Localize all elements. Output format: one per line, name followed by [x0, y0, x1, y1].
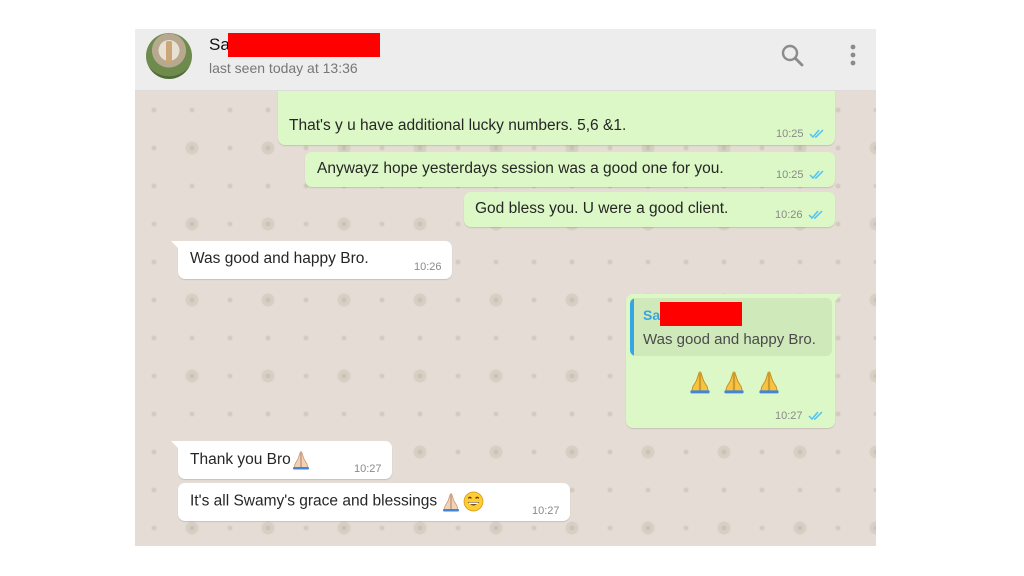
- message-time: 10:25: [776, 128, 804, 140]
- folded-hands-icon: [757, 370, 781, 394]
- message-text: Thank you Bro: [190, 451, 291, 469]
- message-bubble-incoming[interactable]: Thank you Bro 10:27: [171, 441, 392, 479]
- message-bubble-outgoing[interactable]: Anywayz hope yesterdays session was a go…: [305, 152, 835, 187]
- folded-hands-icon: [441, 492, 461, 512]
- menu-icon[interactable]: [841, 43, 865, 69]
- message-list[interactable]: That's y u have additional lucky numbers…: [135, 91, 876, 546]
- message-bubble-incoming[interactable]: Was good and happy Bro. 10:26: [171, 241, 452, 279]
- message-text: It's all Swamy's grace and blessings: [190, 492, 442, 510]
- quote-author: Sa: [643, 307, 661, 323]
- quote-accent-bar: [630, 298, 634, 356]
- read-ticks-icon: [808, 209, 826, 220]
- message-bubble-outgoing-reply[interactable]: Sa Was good and happy Bro. 10:27: [626, 294, 842, 428]
- contact-name[interactable]: Sa: [209, 35, 230, 55]
- message-bubble-outgoing[interactable]: That's y u have additional lucky numbers…: [278, 91, 835, 145]
- bubble-tail: [833, 294, 842, 303]
- message-time: 10:26: [414, 261, 442, 273]
- last-seen-status: last seen today at 13:36: [209, 60, 358, 76]
- bubble-tail: [171, 441, 180, 450]
- contact-avatar[interactable]: [146, 33, 192, 79]
- quote-text: Was good and happy Bro.: [643, 331, 816, 348]
- search-icon[interactable]: [780, 43, 806, 69]
- message-text: God bless you. U were a good client.: [475, 200, 729, 217]
- message-text: That's y u have additional lucky numbers…: [289, 117, 627, 134]
- message-bubble-outgoing[interactable]: God bless you. U were a good client. 10:…: [464, 192, 835, 227]
- folded-hands-icon: [722, 370, 746, 394]
- message-time: 10:27: [775, 410, 803, 422]
- message-time: 10:25: [776, 169, 804, 181]
- message-time: 10:27: [532, 505, 560, 517]
- avatar-image: [166, 41, 172, 63]
- redaction-box: [660, 302, 742, 326]
- folded-hands-icon: [688, 370, 712, 394]
- chat-window: Sa last seen today at 13:36 That's y u h…: [135, 29, 876, 546]
- read-ticks-icon: [808, 410, 826, 421]
- bubble-tail: [171, 241, 180, 250]
- message-text: Was good and happy Bro.: [190, 250, 369, 267]
- read-ticks-icon: [809, 128, 827, 139]
- folded-hands-icon: [291, 450, 311, 470]
- quoted-message[interactable]: Sa Was good and happy Bro.: [630, 298, 832, 356]
- read-ticks-icon: [809, 169, 827, 180]
- chat-header: Sa last seen today at 13:36: [135, 29, 876, 91]
- redaction-box: [228, 33, 380, 57]
- grinning-face-icon: [463, 491, 484, 512]
- message-time: 10:26: [775, 209, 803, 221]
- emoji-row: [688, 370, 787, 399]
- message-time: 10:27: [354, 463, 382, 475]
- message-bubble-incoming[interactable]: It's all Swamy's grace and blessings 10:…: [178, 483, 570, 521]
- message-text: Anywayz hope yesterdays session was a go…: [317, 160, 724, 177]
